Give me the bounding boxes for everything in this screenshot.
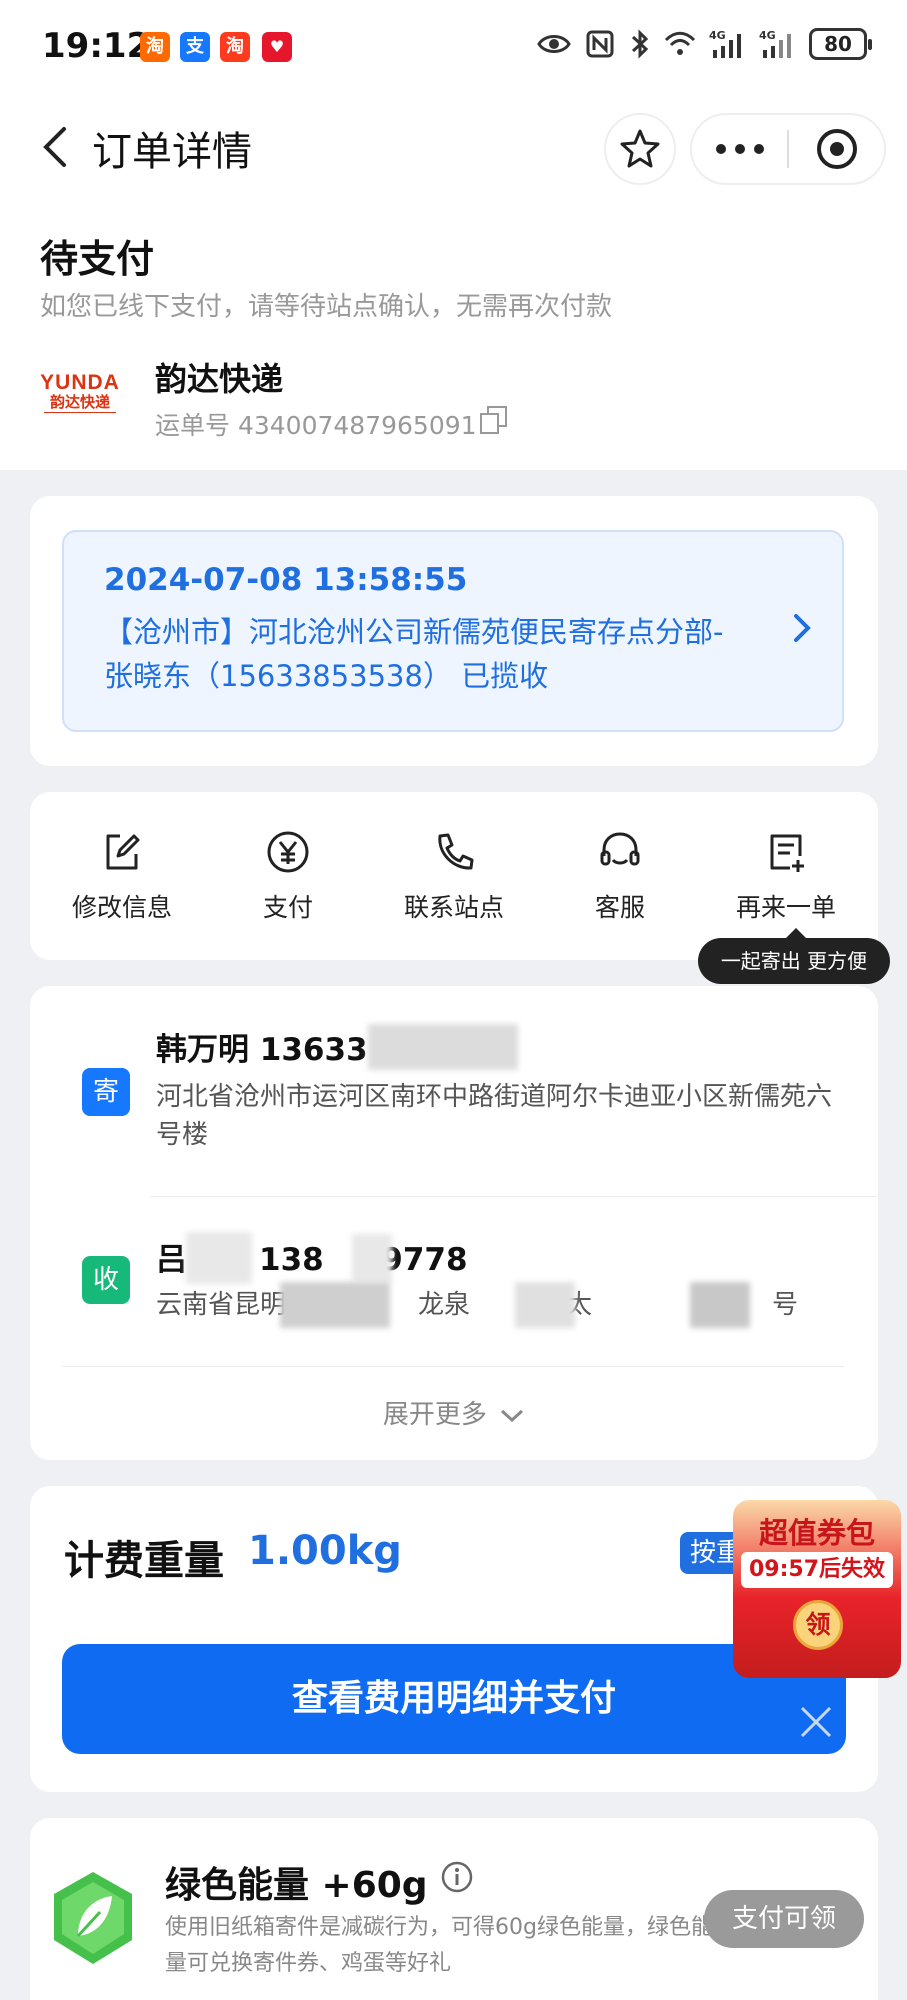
contact-station-button[interactable]: 联系站点 bbox=[384, 792, 524, 962]
page-title: 订单详情 bbox=[92, 129, 252, 175]
address-divider-2 bbox=[62, 1366, 844, 1367]
promo-title: 超值券包 bbox=[758, 1516, 875, 1550]
actions-card: 修改信息 支付 联系站点 客服 再来一单 bbox=[30, 792, 878, 960]
edit-icon bbox=[106, 834, 140, 870]
svg-text:4G: 4G bbox=[759, 29, 776, 42]
tracking-card: 2024-07-08 13:58:55 【沧州市】河北沧州公司新儒苑便民寄存点分… bbox=[30, 496, 878, 766]
nav-bar: 订单详情 bbox=[0, 95, 907, 200]
weight-value: 1.00kg bbox=[248, 1528, 402, 1574]
green-energy-card: 绿色能量 +60g 使用旧纸箱寄件是减碳行为，可得60g绿色能量，绿色能量可兑换… bbox=[30, 1818, 878, 2000]
customer-service-button[interactable]: 客服 bbox=[550, 792, 690, 962]
headset-icon bbox=[600, 832, 640, 866]
redaction-blur bbox=[186, 1232, 252, 1284]
waybill-number: 运单号 434007487965091 bbox=[155, 411, 477, 440]
chevron-right-icon bbox=[794, 614, 811, 642]
more-button[interactable] bbox=[692, 115, 787, 183]
tracking-text: 【沧州市】河北沧州公司新儒苑便民寄存点分部-张晓东（15633853538） 已… bbox=[104, 615, 724, 693]
carrier-name: 韵达快递 bbox=[155, 360, 284, 398]
taobao-app-icon: 淘 bbox=[140, 32, 170, 62]
phone-icon bbox=[438, 833, 474, 870]
redaction-blur bbox=[280, 1282, 390, 1328]
address-card: 寄 韩万明 13633 河北省沧州市运河区南环中路街道阿尔卡迪亚小区新儒苑六号楼… bbox=[30, 986, 878, 1460]
tracking-datetime: 2024-07-08 13:58:55 bbox=[104, 562, 468, 598]
signal-4g-icon: 4G bbox=[709, 29, 741, 58]
order-status-subtitle: 如您已线下支付，请等待站点确认，无需再次付款 bbox=[40, 292, 613, 322]
order-status-title: 待支付 bbox=[40, 237, 155, 281]
status-indicators: 4G 4G 80 bbox=[537, 28, 872, 60]
taobao-app-icon-2: 淘 bbox=[220, 32, 250, 62]
promo-countdown: 09:57后失效 bbox=[741, 1552, 893, 1588]
back-arrow-icon[interactable] bbox=[26, 117, 86, 177]
claim-after-pay-button[interactable]: 支付可领 bbox=[704, 1890, 864, 1948]
latest-tracking[interactable]: 2024-07-08 13:58:55 【沧州市】河北沧州公司新儒苑便民寄存点分… bbox=[62, 530, 844, 732]
weight-label: 计费重量 bbox=[64, 1538, 224, 1584]
sender-address: 河北省沧州市运河区南环中路街道阿尔卡迪亚小区新儒苑六号楼 bbox=[156, 1082, 833, 1150]
close-program-button[interactable] bbox=[789, 115, 884, 183]
redaction-blur bbox=[515, 1282, 575, 1328]
eye-icon bbox=[537, 35, 571, 53]
bluetooth-icon bbox=[631, 29, 649, 59]
reorder-tooltip: 一起寄出 更方便 bbox=[698, 928, 890, 984]
alipay-app-icon: 支 bbox=[180, 32, 210, 62]
target-circle-icon bbox=[816, 129, 857, 169]
reorder-icon bbox=[770, 834, 804, 872]
mini-program-capsule bbox=[690, 113, 886, 185]
sender-name: 韩万明 13633 bbox=[156, 1032, 368, 1068]
wifi-icon bbox=[664, 31, 696, 55]
receiver-tag: 收 bbox=[82, 1256, 130, 1304]
svg-text:4G: 4G bbox=[709, 29, 726, 42]
close-icon[interactable] bbox=[796, 1702, 836, 1742]
coupon-promo-popup[interactable]: 超值券包 09:57后失效 领 bbox=[733, 1500, 901, 1678]
redaction-blur bbox=[352, 1234, 392, 1282]
energy-title: 绿色能量 +60g bbox=[165, 1865, 428, 1906]
favorite-button[interactable] bbox=[604, 113, 676, 185]
leaf-energy-icon bbox=[54, 1872, 132, 1964]
copy-icon[interactable] bbox=[478, 404, 510, 436]
address-divider bbox=[150, 1196, 876, 1197]
heart-app-icon: ♥ bbox=[262, 32, 292, 62]
star-icon bbox=[620, 129, 660, 168]
sender-tag: 寄 bbox=[82, 1068, 130, 1116]
nfc-icon bbox=[586, 30, 614, 58]
chevron-down-icon bbox=[501, 1409, 524, 1422]
redaction-blur bbox=[690, 1282, 750, 1328]
info-icon[interactable] bbox=[440, 1860, 474, 1894]
energy-description: 使用旧纸箱寄件是减碳行为，可得60g绿色能量，绿色能量可兑换寄件券、鸡蛋等好礼 bbox=[165, 1915, 713, 1976]
status-bar: 19:12 淘 支 淘 ♥ 4G 4G 80 bbox=[0, 0, 907, 95]
expand-more-button[interactable]: 展开更多 bbox=[30, 1394, 878, 1431]
redaction-blur bbox=[368, 1024, 518, 1070]
header-section: 19:12 淘 支 淘 ♥ 4G 4G 80 订单详情 待支付 如您已线下支付，… bbox=[0, 0, 907, 470]
carrier-logo: YUNDA 韵达快递 bbox=[38, 372, 122, 420]
signal-4g-icon-2: 4G bbox=[759, 29, 791, 58]
edit-info-button[interactable]: 修改信息 bbox=[52, 792, 192, 962]
claim-coin: 领 bbox=[793, 1600, 843, 1650]
status-time: 19:12 bbox=[42, 26, 151, 66]
view-fee-and-pay-button[interactable]: 查看费用明细并支付 bbox=[62, 1644, 846, 1754]
pay-action-button[interactable]: 支付 bbox=[218, 792, 358, 962]
yuan-icon bbox=[267, 831, 309, 873]
battery-indicator: 80 bbox=[809, 28, 872, 60]
more-dots-icon bbox=[715, 144, 764, 154]
